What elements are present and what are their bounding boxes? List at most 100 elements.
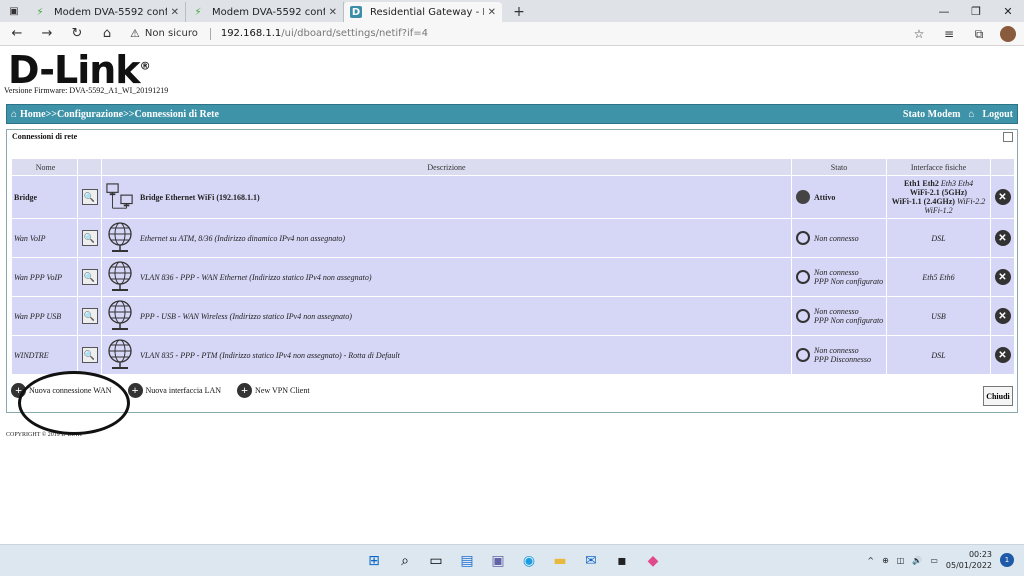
column-header-nome: Nome	[11, 158, 78, 176]
status-active-icon	[796, 190, 810, 204]
plus-icon: +	[11, 383, 26, 398]
table-row: Wan VoIP 🔍 Ethernet su ATM, 8/36 (Indiri…	[11, 218, 1015, 258]
search-icon[interactable]: ⌕	[395, 551, 415, 571]
logout-link[interactable]: Logout	[982, 109, 1013, 120]
restore-icon[interactable]: ❐	[960, 0, 992, 22]
physical-interfaces: DSL	[886, 218, 991, 258]
collections-icon[interactable]: ⧉	[964, 27, 994, 42]
new-tab-button[interactable]: +	[508, 2, 530, 22]
warning-icon: ⚠	[130, 27, 140, 40]
status-inactive-icon	[796, 270, 810, 284]
edge-icon[interactable]: ◉	[519, 551, 539, 571]
bolt-icon: ⚡	[194, 6, 202, 18]
home-icon[interactable]: ⌂	[11, 109, 17, 120]
security-label: Non sicuro	[144, 28, 198, 39]
breadcrumb-text[interactable]: Home>>Configurazione>>Connessioni di Ret…	[20, 109, 219, 120]
delete-icon[interactable]: ✕	[994, 269, 1011, 285]
new-lan-button[interactable]: + Nuova interfaccia LAN	[127, 383, 221, 398]
connection-description: PPP - USB - WAN Wireless (Indirizzo stat…	[140, 311, 352, 321]
favorite-add-icon[interactable]: ☆	[904, 27, 934, 41]
delete-icon[interactable]: ✕	[994, 230, 1011, 246]
connection-description: VLAN 836 - PPP - WAN Ethernet (Indirizzo…	[140, 272, 372, 282]
avatar[interactable]	[1000, 26, 1016, 42]
url-host: 192.168.1.1	[220, 28, 282, 39]
status-text: Non connesso	[814, 268, 859, 277]
url-path: /ui/dboard/settings/netif?if=4	[281, 28, 429, 39]
home-icon[interactable]: ⌂	[92, 26, 122, 41]
minimize-icon[interactable]: —	[928, 0, 960, 22]
favorites-icon[interactable]: ≡	[934, 27, 964, 41]
globe-icon	[106, 339, 134, 371]
close-icon[interactable]: ✕	[171, 7, 179, 18]
magnifier-icon[interactable]: 🔍	[81, 230, 98, 246]
terminal-icon[interactable]: ▪	[612, 551, 632, 571]
connection-name: Wan VoIP	[11, 218, 78, 258]
status-inactive-icon	[796, 348, 810, 362]
status-detail: PPP Disconnesso	[814, 355, 871, 364]
battery-icon[interactable]: ▭	[930, 556, 938, 565]
window-close-icon[interactable]: ✕	[992, 0, 1024, 22]
panel-options-icon[interactable]	[1003, 132, 1013, 142]
status-text: Attivo	[814, 192, 836, 202]
window-controls: — ❐ ✕	[928, 0, 1024, 22]
magnifier-icon[interactable]: 🔍	[81, 347, 98, 363]
close-icon[interactable]: ✕	[488, 7, 496, 18]
browser-tab-bar: ▣ ⚡ Modem DVA-5592 configurazione ✕ ⚡ Mo…	[0, 0, 1024, 22]
close-icon[interactable]: ✕	[329, 7, 337, 18]
column-header-edit	[77, 158, 102, 176]
magnifier-icon[interactable]: 🔍	[81, 308, 98, 324]
status-inactive-icon	[796, 231, 810, 245]
tab-modem-2[interactable]: ⚡ Modem DVA-5592 configurazione ✕	[186, 2, 344, 22]
chat-icon[interactable]: ▣	[488, 551, 508, 571]
delete-icon[interactable]: ✕	[994, 189, 1011, 205]
router-page: D-Link® Versione Firmware: DVA-5592_A1_W…	[0, 46, 1024, 544]
paint-icon[interactable]: ◆	[643, 551, 663, 571]
connection-name: WINDTRE	[11, 335, 78, 375]
status-text: Non connesso	[814, 307, 859, 316]
connections-table: Nome Descrizione Stato Interfacce fisich…	[11, 158, 1015, 375]
status-text: Non connesso	[814, 233, 859, 243]
tab-actions-icon[interactable]: ▣	[0, 0, 28, 22]
table-row: Bridge 🔍 Bridge Ethernet WiFi (192.168.1…	[11, 175, 1015, 219]
new-vpn-button[interactable]: + New VPN Client	[237, 383, 310, 398]
url-field[interactable]: ⚠ Non sicuro 192.168.1.1/ui/dboard/setti…	[130, 27, 428, 40]
logout-icon[interactable]: ⌂	[968, 109, 974, 120]
delete-icon[interactable]: ✕	[994, 308, 1011, 324]
globe-icon	[106, 261, 134, 293]
new-wan-button[interactable]: + Nuova connessione WAN	[11, 383, 112, 398]
windows-start-icon[interactable]: ⊞	[364, 551, 384, 571]
widgets-icon[interactable]: ▤	[457, 551, 477, 571]
network-icon[interactable]: ◫	[897, 556, 905, 565]
dlink-icon: D	[350, 6, 362, 18]
magnifier-icon[interactable]: 🔍	[81, 189, 98, 205]
back-icon[interactable]: ←	[2, 26, 32, 41]
refresh-icon[interactable]: ↻	[62, 26, 92, 41]
tab-modem-1[interactable]: ⚡ Modem DVA-5592 configurazione ✕	[28, 2, 186, 22]
clock-time: 00:23	[968, 550, 992, 559]
connection-name: Wan PPP USB	[11, 296, 78, 336]
address-bar: ← → ↻ ⌂ ⚠ Non sicuro 192.168.1.1/ui/dboa…	[0, 22, 1024, 46]
stato-modem-link[interactable]: Stato Modem	[903, 109, 961, 120]
column-header-delete	[990, 158, 1015, 176]
globe-icon	[106, 222, 134, 254]
file-explorer-icon[interactable]: ▬	[550, 551, 570, 571]
table-row: WINDTRE 🔍 VLAN 835 - PPP - PTM (Indirizz…	[11, 335, 1015, 375]
language-icon[interactable]: ⊕	[882, 556, 889, 565]
clock[interactable]: 00:23 05/01/2022	[946, 549, 992, 571]
new-wan-label: Nuova connessione WAN	[29, 386, 112, 395]
close-button[interactable]: Chiudi	[983, 386, 1013, 406]
notification-icon[interactable]: 1	[1000, 553, 1014, 567]
task-view-icon[interactable]: ▭	[426, 551, 446, 571]
status-inactive-icon	[796, 309, 810, 323]
clock-date: 05/01/2022	[945, 561, 992, 570]
delete-icon[interactable]: ✕	[994, 347, 1011, 363]
column-header-interfacce: Interfacce fisiche	[886, 158, 991, 176]
mail-icon[interactable]: ✉	[581, 551, 601, 571]
physical-interfaces: USB	[886, 296, 991, 336]
magnifier-icon[interactable]: 🔍	[81, 269, 98, 285]
tab-residential-gateway[interactable]: D Residential Gateway - D-Link ✕	[344, 2, 502, 22]
forward-icon[interactable]: →	[32, 26, 62, 41]
volume-icon[interactable]: 🔊	[912, 556, 922, 565]
network-computers-icon	[106, 181, 134, 213]
chevron-up-icon[interactable]: ^	[867, 556, 874, 565]
